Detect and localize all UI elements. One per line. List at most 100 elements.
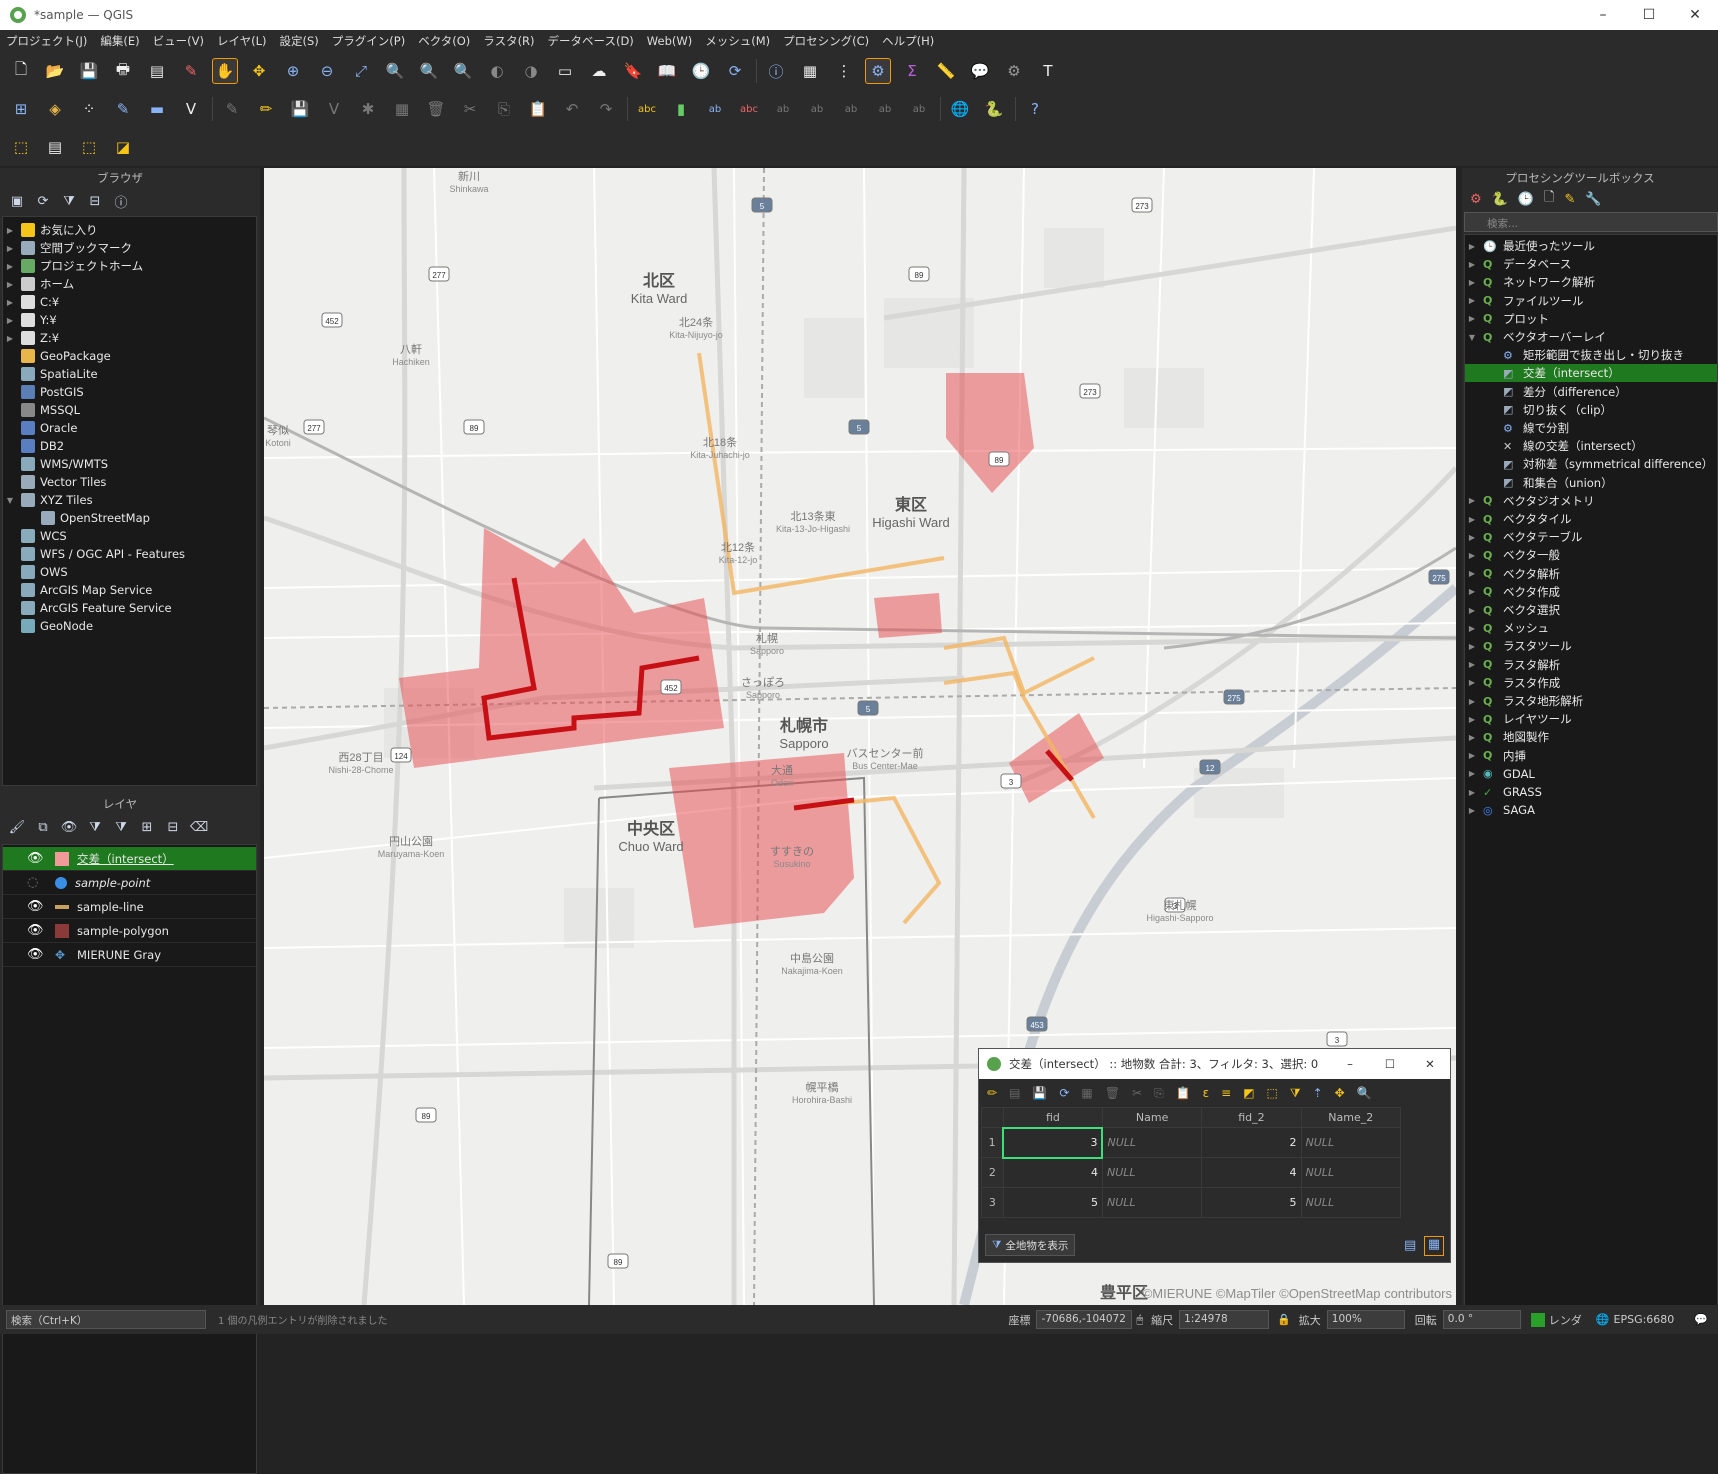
chevron-right-icon[interactable]: ▶ xyxy=(1465,278,1479,287)
open-attribute-table-icon[interactable]: ▦ xyxy=(797,58,823,84)
chevron-right-icon[interactable]: ▶ xyxy=(3,226,17,235)
chevron-right-icon[interactable]: ▶ xyxy=(1465,296,1479,305)
layer-item[interactable]: 👁 交差（intersect） xyxy=(3,847,256,871)
zoom-layer-icon[interactable]: 🔍 xyxy=(416,58,442,84)
chevron-right-icon[interactable]: ▶ xyxy=(1465,751,1479,760)
diagram-tool-icon[interactable]: ▮ xyxy=(668,96,694,122)
current-edits-icon[interactable]: ✎ xyxy=(219,96,245,122)
redo-icon[interactable]: ↷ xyxy=(593,96,619,122)
browser-item[interactable]: ▶ C:¥ xyxy=(3,293,59,311)
browser-item[interactable]: WMS/WMTS xyxy=(3,455,108,473)
chevron-right-icon[interactable]: ▶ xyxy=(1465,788,1479,797)
browser-item[interactable]: WFS / OGC API - Features xyxy=(3,545,185,563)
menu-layer[interactable]: レイヤ(L) xyxy=(217,33,267,49)
temporal-controller-icon[interactable]: 🕒 xyxy=(688,58,714,84)
render-checkbox[interactable] xyxy=(1530,1312,1545,1327)
label-tool-icon[interactable]: abc xyxy=(634,96,660,122)
identify-features-icon[interactable]: ⓘ xyxy=(763,58,789,84)
save-edits-icon[interactable]: 💾 xyxy=(287,96,313,122)
processing-algorithm[interactable]: ⚙ 線で分割 xyxy=(1465,419,1717,437)
chevron-right-icon[interactable]: ▶ xyxy=(1465,715,1479,724)
browser-item[interactable]: ▶ Z:¥ xyxy=(3,329,59,347)
zoom-full-icon[interactable]: ⤢ xyxy=(348,58,374,84)
visible-eye-icon[interactable]: 👁 xyxy=(27,900,47,913)
attr-close-button[interactable]: ✕ xyxy=(1410,1057,1450,1071)
processing-group[interactable]: ▶ Q ネットワーク解析 xyxy=(1465,273,1717,291)
processing-search-input[interactable]: 検索... xyxy=(1464,212,1718,232)
layer-item[interactable]: 👁 sample-line xyxy=(3,895,256,919)
chevron-right-icon[interactable]: ▶ xyxy=(1465,642,1479,651)
show-bookmarks-icon[interactable]: 📖 xyxy=(654,58,680,84)
table-cell[interactable]: NULL xyxy=(1101,1127,1203,1158)
refresh-icon[interactable]: ⟳ xyxy=(34,192,52,210)
new-project-icon[interactable]: 🗋 xyxy=(8,58,34,84)
browser-item[interactable]: Oracle xyxy=(3,419,77,437)
select-by-value-icon[interactable]: ▤ xyxy=(42,134,68,160)
new-print-layout-icon[interactable]: 🖶 xyxy=(110,58,136,84)
processing-group[interactable]: ▶ Q ベクタテーブル xyxy=(1465,528,1717,546)
vertex-tool-icon[interactable]: ✱ xyxy=(355,96,381,122)
menu-help[interactable]: ヘルプ(H) xyxy=(882,33,934,49)
processing-tree[interactable]: ▶ 🕒 最近使ったツール ▶ Q データベース ▶ Q ネットワーク解析 ▶ Q ファイルツール ▶ Q プ… xyxy=(1464,234,1718,1311)
add-feature-icon[interactable]: ▦ xyxy=(1081,1086,1092,1100)
menu-database[interactable]: データベース(D) xyxy=(548,33,634,49)
browser-item[interactable]: DB2 xyxy=(3,437,64,455)
pan-selected-icon[interactable]: ✥ xyxy=(1335,1086,1345,1100)
cut-icon[interactable]: ✂ xyxy=(1132,1086,1142,1100)
new-geopackage-layer-icon[interactable]: ◈ xyxy=(42,96,68,122)
change-label-icon[interactable]: ab xyxy=(872,96,898,122)
table-cell[interactable]: NULL xyxy=(1300,1187,1402,1218)
processing-group[interactable]: ▶ Q メッシュ xyxy=(1465,619,1717,637)
column-header[interactable]: fid xyxy=(1002,1107,1103,1128)
visible-eye-icon[interactable]: 👁 xyxy=(27,948,47,961)
column-header[interactable]: Name xyxy=(1101,1107,1203,1128)
table-view-icon[interactable]: ▦ xyxy=(1424,1236,1444,1256)
processing-group[interactable]: ▶ Q プロット xyxy=(1465,310,1717,328)
table-row[interactable]: 3 5 NULL 5 NULL xyxy=(981,1187,1402,1218)
manage-map-themes-icon[interactable]: 👁 xyxy=(60,818,78,836)
layer-style-icon[interactable]: 🖌 xyxy=(8,818,26,836)
attribute-grid[interactable]: fid Name fid_2 Name_2 1 3 NULL 2 NULL 2 … xyxy=(981,1107,1402,1218)
column-header[interactable]: Name_2 xyxy=(1300,1107,1402,1128)
browser-item[interactable]: ArcGIS Map Service xyxy=(3,581,152,599)
chevron-down-icon[interactable]: ▼ xyxy=(3,496,17,505)
chevron-right-icon[interactable]: ▶ xyxy=(3,334,17,343)
modify-attributes-icon[interactable]: ▦ xyxy=(389,96,415,122)
layout-manager-icon[interactable]: ▤ xyxy=(144,58,170,84)
new-virtual-layer-icon[interactable]: V xyxy=(178,96,204,122)
filter-icon[interactable]: ⧩ xyxy=(60,192,78,210)
delete-feature-icon[interactable]: 🗑 xyxy=(1105,1086,1120,1100)
chevron-right-icon[interactable]: ▶ xyxy=(1465,806,1479,815)
select-expression-icon[interactable]: ε xyxy=(1203,1086,1210,1100)
delete-selected-icon[interactable]: 🗑 xyxy=(423,96,449,122)
browser-item[interactable]: ▶ Y:¥ xyxy=(3,311,57,329)
chevron-right-icon[interactable]: ▶ xyxy=(1465,260,1479,269)
processing-group[interactable]: ▶ ◉ GDAL xyxy=(1465,765,1717,783)
processing-group[interactable]: ▶ Q レイヤツール xyxy=(1465,710,1717,728)
chevron-right-icon[interactable]: ▶ xyxy=(1465,769,1479,778)
zoom-out-icon[interactable]: ⊖ xyxy=(314,58,340,84)
filter-legend-icon[interactable]: ⧩ xyxy=(86,818,104,836)
python-console-icon[interactable]: 🐍 xyxy=(981,96,1007,122)
new-scratch-layer-icon[interactable]: ▬ xyxy=(144,96,170,122)
edit-features-in-place-icon[interactable]: ✎ xyxy=(1564,192,1575,207)
chevron-right-icon[interactable]: ▶ xyxy=(1465,314,1479,323)
layer-item[interactable]: 👁 ✥ MIERUNE Gray xyxy=(3,943,256,967)
zoom-next-icon[interactable]: ◑ xyxy=(518,58,544,84)
browser-item[interactable]: WCS xyxy=(3,527,67,545)
browser-item[interactable]: GeoNode xyxy=(3,617,93,635)
results-viewer-icon[interactable]: 🗋 xyxy=(1544,188,1554,210)
show-all-features-button[interactable]: ⧩ 全地物を表示 xyxy=(985,1234,1076,1256)
zoom-last-icon[interactable]: ◐ xyxy=(484,58,510,84)
scripts-icon[interactable]: 🐍 xyxy=(1492,192,1508,207)
layers-tree[interactable]: 👁 交差（intersect） ◌ sample-point 👁 sample-line 👁… xyxy=(2,844,257,1474)
row-number[interactable]: 1 xyxy=(981,1127,1004,1158)
table-cell[interactable]: 2 xyxy=(1201,1127,1302,1158)
select-features-icon[interactable]: ⬚ xyxy=(8,134,34,160)
text-annotation-icon[interactable]: T xyxy=(1035,58,1061,84)
history-icon[interactable]: 🕒 xyxy=(1518,192,1534,207)
rotation-spinbox[interactable]: 0.0 ° xyxy=(1442,1310,1521,1329)
browser-item[interactable]: GeoPackage xyxy=(3,347,111,365)
processing-group[interactable]: ▶ ✓ GRASS xyxy=(1465,783,1717,801)
move-selection-top-icon[interactable]: ⇡ xyxy=(1313,1086,1323,1100)
